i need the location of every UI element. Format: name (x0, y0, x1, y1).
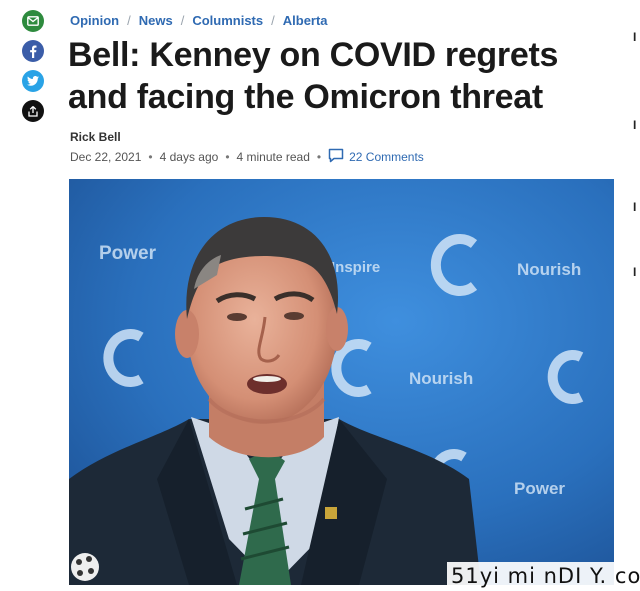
backdrop-word: Nourish (409, 369, 473, 388)
breadcrumb: Opinion / News / Columnists / Alberta (70, 13, 328, 28)
author-name[interactable]: Rick Bell (70, 130, 424, 144)
meta-separator: • (225, 150, 230, 164)
relative-time: 4 days ago (159, 150, 219, 164)
backdrop-word: Power (514, 479, 565, 498)
breadcrumb-separator: / (271, 13, 275, 28)
right-edge-fragment: I (633, 200, 637, 214)
breadcrumb-alberta[interactable]: Alberta (283, 13, 328, 28)
article-title-line-1: Bell: Kenney on COVID regrets (68, 36, 559, 74)
backdrop-word: Power (99, 243, 157, 264)
share-twitter-button[interactable] (22, 70, 44, 92)
share-rail (22, 10, 46, 130)
breadcrumb-separator: / (180, 13, 185, 28)
comments-link[interactable]: 22 Comments (328, 148, 424, 166)
right-edge-fragment: I (633, 118, 637, 132)
meta-separator: • (148, 150, 153, 164)
watermark: 51yi mi nDI Y. co (447, 562, 640, 590)
photo-illustration: Power Inspire Nourish Nourish Power (69, 179, 614, 585)
right-edge-fragment: I (633, 30, 637, 44)
email-icon (27, 16, 39, 26)
microphone-icon (71, 553, 99, 581)
share-more-button[interactable] (22, 100, 44, 122)
right-edge-fragment: I (633, 265, 637, 279)
comments-count: 22 Comments (349, 150, 424, 164)
breadcrumb-separator: / (127, 13, 131, 28)
publish-date: Dec 22, 2021 (70, 150, 142, 164)
backdrop-word: Nourish (517, 260, 581, 279)
breadcrumb-columnists[interactable]: Columnists (192, 13, 263, 28)
backdrop-word: Inspire (331, 259, 380, 276)
article-meta: Dec 22, 2021 • 4 days ago • 4 minute rea… (70, 148, 424, 166)
byline: Rick Bell Dec 22, 2021 • 4 days ago • 4 … (70, 130, 424, 166)
article-title-line-2: and facing the Omicron threat (68, 78, 543, 116)
breadcrumb-opinion[interactable]: Opinion (70, 13, 119, 28)
comment-icon (328, 148, 349, 166)
meta-separator: • (316, 150, 322, 164)
facebook-icon (29, 45, 37, 58)
read-time: 4 minute read (236, 150, 310, 164)
article-title: Bell: Kenney on COVID regrets and facing… (68, 34, 628, 118)
share-facebook-button[interactable] (22, 40, 44, 62)
share-more-icon (28, 105, 38, 117)
breadcrumb-news[interactable]: News (139, 13, 173, 28)
share-email-button[interactable] (22, 10, 44, 32)
twitter-icon (27, 76, 39, 86)
lapel-pin-icon (325, 507, 337, 519)
article-photo: Power Inspire Nourish Nourish Power (69, 179, 614, 585)
